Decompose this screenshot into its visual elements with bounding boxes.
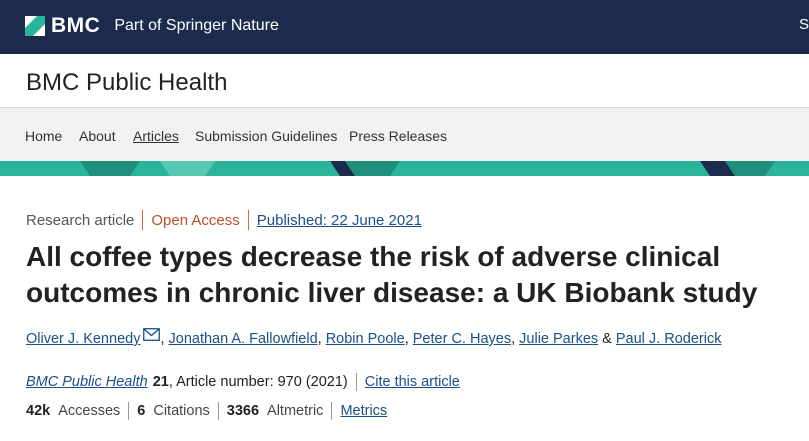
- bmc-logo-icon: [25, 16, 45, 36]
- cite-this-article-link[interactable]: Cite this article: [365, 374, 460, 390]
- site-header: BMC Part of Springer Nature S: [0, 0, 809, 54]
- metrics-divider: [217, 402, 219, 420]
- article-type: Research article: [26, 211, 135, 229]
- nav-submission-guidelines[interactable]: Submission Guidelines: [195, 128, 337, 144]
- author-list: Oliver J. Kennedy, Jonathan A. Fallowfie…: [26, 327, 722, 347]
- article-meta: Research article Open Access Published: …: [26, 210, 422, 230]
- citations-count: 6: [137, 403, 146, 419]
- article-title: All coffee types decrease the risk of ad…: [26, 241, 758, 308]
- author-separator: ,: [404, 331, 409, 347]
- journal-title[interactable]: BMC Public Health: [26, 69, 227, 97]
- metrics-link[interactable]: Metrics: [340, 403, 387, 419]
- citation-details: , Article number: 970 (2021): [168, 374, 348, 390]
- author-separator: ,: [511, 331, 516, 347]
- metrics-divider: [331, 402, 333, 420]
- author-separator: ,: [160, 331, 165, 347]
- author-link[interactable]: Paul J. Roderick: [616, 331, 722, 347]
- accesses-count: 42k: [26, 403, 51, 419]
- article-metrics: 42k Accesses 6 Citations 3366 Altmetric …: [26, 402, 387, 420]
- citation-line: BMC Public Health 21 , Article number: 9…: [26, 373, 460, 391]
- nav-articles[interactable]: Articles: [133, 128, 179, 144]
- open-access-label: Open Access: [151, 211, 240, 229]
- mail-icon[interactable]: [143, 327, 161, 345]
- accesses-label: Accesses: [58, 403, 121, 419]
- meta-divider: [247, 210, 249, 230]
- altmetric-score: 3366: [226, 403, 260, 419]
- nav-about[interactable]: About: [79, 128, 116, 144]
- author-ampersand: &: [602, 331, 612, 347]
- bmc-logo[interactable]: BMC Part of Springer Nature: [25, 14, 279, 38]
- nav-press-releases[interactable]: Press Releases: [349, 128, 447, 144]
- author-separator: ,: [317, 331, 322, 347]
- author-link[interactable]: Julie Parkes: [519, 331, 598, 347]
- header-edge-text[interactable]: S: [799, 16, 809, 33]
- brand-name: BMC: [51, 14, 101, 37]
- citation-journal-link[interactable]: BMC Public Health: [26, 374, 148, 390]
- citation-divider: [355, 373, 357, 391]
- journal-bar: BMC Public Health: [0, 54, 809, 108]
- author-link[interactable]: Oliver J. Kennedy: [26, 331, 140, 347]
- brand-tagline: Part of Springer Nature: [114, 17, 279, 34]
- author-link[interactable]: Robin Poole: [326, 331, 405, 347]
- journal-nav: Home About Articles Submission Guideline…: [0, 108, 809, 161]
- citation-volume: 21: [152, 374, 169, 390]
- author-link[interactable]: Peter C. Hayes: [413, 331, 511, 347]
- published-date-link[interactable]: Published: 22 June 2021: [257, 212, 422, 229]
- metrics-divider: [128, 402, 130, 420]
- citations-label: Citations: [153, 403, 210, 419]
- meta-divider: [142, 210, 144, 230]
- decorative-stripe: [0, 161, 809, 176]
- author-link[interactable]: Jonathan A. Fallowfield: [169, 331, 318, 347]
- altmetric-label: Altmetric: [267, 403, 324, 419]
- nav-home[interactable]: Home: [25, 128, 62, 144]
